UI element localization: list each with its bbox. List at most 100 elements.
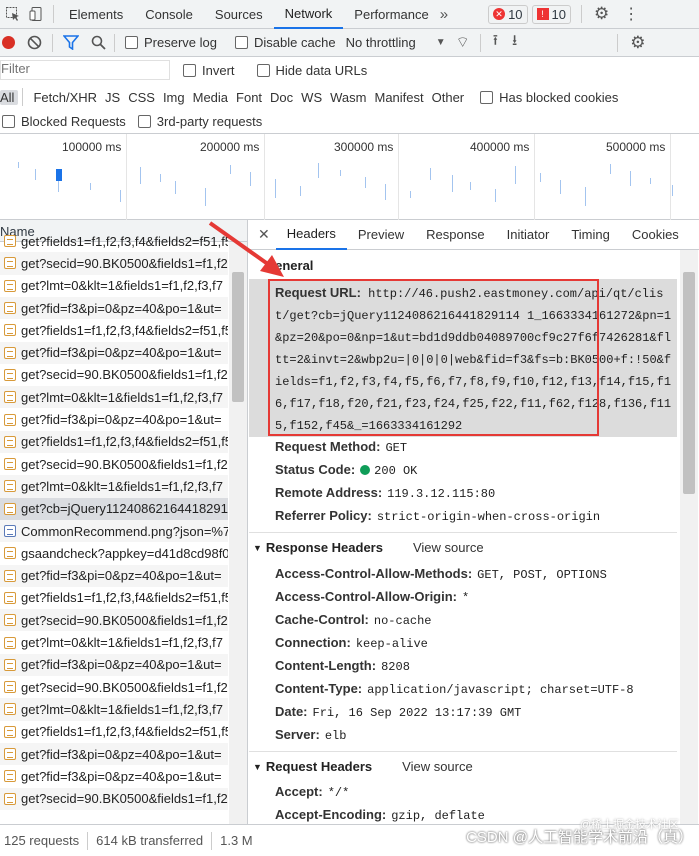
request-row[interactable]: get?secid=90.BK0500&fields1=f1,f2,f [0, 609, 228, 632]
request-row[interactable]: get?lmt=0&klt=1&fields1=f1,f2,f3,f7 [0, 631, 228, 653]
tab-cookies[interactable]: Cookies [621, 220, 690, 250]
type-other[interactable]: Other [428, 90, 469, 105]
tab-sources[interactable]: Sources [204, 0, 274, 29]
response-view-source-link[interactable]: View source [413, 540, 484, 555]
issues-badge[interactable]: ! 10 [531, 4, 571, 24]
response-header-row: Date: Fri, 16 Sep 2022 13:17:39 GMT [275, 704, 522, 720]
response-header-row: Server: elb [275, 727, 347, 743]
xhr-file-icon [4, 480, 16, 493]
request-row[interactable]: get?fid=f3&pi=0&pz=40&po=1&ut= [0, 564, 228, 587]
request-name: get?fid=f3&pi=0&pz=40&po=1&ut= [21, 568, 222, 584]
type-media[interactable]: Media [189, 90, 232, 105]
request-row[interactable]: get?fields1=f1,f2,f3,f4&fields2=f51,f5 [0, 721, 228, 743]
more-options-icon[interactable]: ⋮ [623, 4, 639, 24]
remote-address-row: Remote Address: 119.3.12.115:80 [275, 485, 496, 501]
request-name: get?fid=f3&pi=0&pz=40&po=1&ut= [21, 412, 222, 428]
invert-checkbox[interactable]: Invert [183, 63, 235, 78]
request-row[interactable]: get?secid=90.BK0500&fields1=f1,f2,f [0, 252, 228, 275]
request-row[interactable]: CommonRecommend.png?json=%7E [0, 519, 228, 543]
hide-data-urls-checkbox[interactable]: Hide data URLs [256, 63, 367, 78]
request-name: get?secid=90.BK0500&fields1=f1,f2,f [21, 255, 228, 271]
request-row[interactable]: get?lmt=0&klt=1&fields1=f1,f2,f3,f7 [0, 475, 228, 498]
tab-timing[interactable]: Timing [560, 220, 621, 250]
request-row[interactable]: get?fid=f3&pi=0&pz=40&po=1&ut= [0, 408, 228, 430]
overview-tick-label: 100000 ms [62, 140, 122, 154]
record-icon[interactable] [2, 36, 15, 49]
request-row[interactable]: get?fields1=f1,f2,f3,f4&fields2=f51,f5 [0, 430, 228, 453]
type-img[interactable]: Img [159, 90, 189, 105]
request-headers-title[interactable]: ▼ Request Headers View source [253, 759, 473, 774]
third-party-checkbox[interactable]: 3rd-party requests [137, 114, 262, 129]
details-scrollbar[interactable] [680, 250, 698, 824]
xhr-file-icon [4, 792, 16, 805]
inspect-element-icon[interactable] [5, 6, 21, 22]
type-css[interactable]: CSS [124, 90, 159, 105]
request-name: get?lmt=0&klt=1&fields1=f1,f2,f3,f7 [21, 278, 223, 294]
filter-input[interactable]: Filter [0, 60, 170, 80]
network-settings-icon[interactable]: ⚙ [630, 33, 645, 53]
type-js[interactable]: JS [101, 90, 124, 105]
request-list-scrollbar[interactable] [229, 242, 247, 824]
request-row[interactable]: get?secid=90.BK0500&fields1=f1,f2,f [0, 787, 228, 810]
type-doc[interactable]: Doc [266, 90, 297, 105]
request-row[interactable]: get?cb=jQuery112408621644182911 [0, 497, 228, 520]
type-wasm[interactable]: Wasm [326, 90, 370, 105]
request-row[interactable]: get?secid=90.BK0500&fields1=f1,f2,f [0, 364, 228, 386]
request-row[interactable]: get?fields1=f1,f2,f3,f4&fields2=f51,f5 [0, 319, 228, 341]
network-overview[interactable]: 100000 ms 200000 ms 300000 ms 400000 ms … [0, 134, 699, 220]
download-har-icon[interactable]: ⭳ [512, 30, 517, 55]
request-row[interactable]: get?lmt=0&klt=1&fields1=f1,f2,f3,f7 [0, 698, 228, 721]
type-manifest[interactable]: Manifest [370, 90, 427, 105]
search-icon[interactable] [91, 35, 106, 50]
request-row[interactable]: get?fid=f3&pi=0&pz=40&po=1&ut= [0, 296, 228, 320]
tab-performance[interactable]: Performance [343, 0, 439, 29]
request-row[interactable]: get?fields1=f1,f2,f3,f4&fields2=f51,f5 [0, 230, 228, 252]
clear-icon[interactable] [27, 35, 42, 50]
request-row[interactable]: get?fid=f3&pi=0&pz=40&po=1&ut= [0, 742, 228, 766]
xhr-file-icon [4, 748, 16, 761]
request-row[interactable]: get?fid=f3&pi=0&pz=40&po=1&ut= [0, 341, 228, 364]
request-view-source-link[interactable]: View source [402, 759, 473, 774]
tab-network[interactable]: Network [273, 0, 344, 29]
xhr-file-icon [4, 725, 16, 738]
type-fetch-xhr[interactable]: Fetch/XHR [29, 90, 101, 105]
request-row[interactable]: get?lmt=0&klt=1&fields1=f1,f2,f3,f7 [0, 386, 228, 409]
request-row[interactable]: gsaandcheck?appkey=d41d8cd98f00 [0, 542, 228, 564]
tab-initiator[interactable]: Initiator [496, 220, 561, 250]
response-header-row: Connection: keep-alive [275, 635, 428, 651]
has-blocked-cookies-checkbox[interactable]: Has blocked cookies [480, 90, 618, 105]
network-conditions-icon[interactable]: ⌔ [456, 33, 470, 52]
request-row[interactable]: get?fid=f3&pi=0&pz=40&po=1&ut= [0, 765, 228, 787]
request-name: get?secid=90.BK0500&fields1=f1,f2,f [21, 456, 228, 472]
request-row[interactable]: get?secid=90.BK0500&fields1=f1,f2,f [0, 453, 228, 475]
tab-preview[interactable]: Preview [347, 220, 415, 250]
request-name: get?fields1=f1,f2,f3,f4&fields2=f51,f5 [21, 724, 228, 740]
disable-cache-checkbox[interactable]: Disable cache [234, 35, 336, 50]
triangle-down-icon: ▼ [253, 542, 262, 553]
filter-funnel-icon[interactable] [62, 35, 80, 51]
preserve-log-checkbox[interactable]: Preserve log [125, 35, 217, 50]
type-font[interactable]: Font [232, 90, 266, 105]
upload-har-icon[interactable]: ⭱ [493, 30, 498, 55]
request-row[interactable]: get?secid=90.BK0500&fields1=f1,f2,f [0, 676, 228, 698]
throttling-select[interactable]: No throttling ▼ [346, 35, 446, 50]
xhr-file-icon [4, 391, 16, 404]
more-tabs-icon[interactable]: » [440, 6, 448, 23]
request-row[interactable]: get?lmt=0&klt=1&fields1=f1,f2,f3,f7 [0, 275, 228, 297]
request-name: get?fid=f3&pi=0&pz=40&po=1&ut= [21, 657, 222, 673]
tab-elements[interactable]: Elements [58, 0, 134, 29]
response-header-row: Access-Control-Allow-Origin: * [275, 589, 470, 605]
settings-gear-icon[interactable]: ⚙ [594, 4, 609, 24]
response-headers-title[interactable]: ▼ Response Headers View source [253, 540, 484, 555]
issues-count: 10 [551, 6, 566, 22]
device-toolbar-icon[interactable] [29, 6, 45, 22]
xhr-file-icon [4, 569, 16, 582]
type-all[interactable]: All [0, 89, 19, 105]
tab-response[interactable]: Response [415, 220, 496, 250]
request-row[interactable]: get?fid=f3&pi=0&pz=40&po=1&ut= [0, 653, 228, 676]
errors-badge[interactable]: ✕ 10 [488, 4, 528, 24]
blocked-requests-checkbox[interactable]: Blocked Requests [2, 114, 126, 129]
tab-console[interactable]: Console [134, 0, 204, 29]
type-ws[interactable]: WS [297, 90, 326, 105]
request-row[interactable]: get?fields1=f1,f2,f3,f4&fields2=f51,f5 [0, 587, 228, 609]
